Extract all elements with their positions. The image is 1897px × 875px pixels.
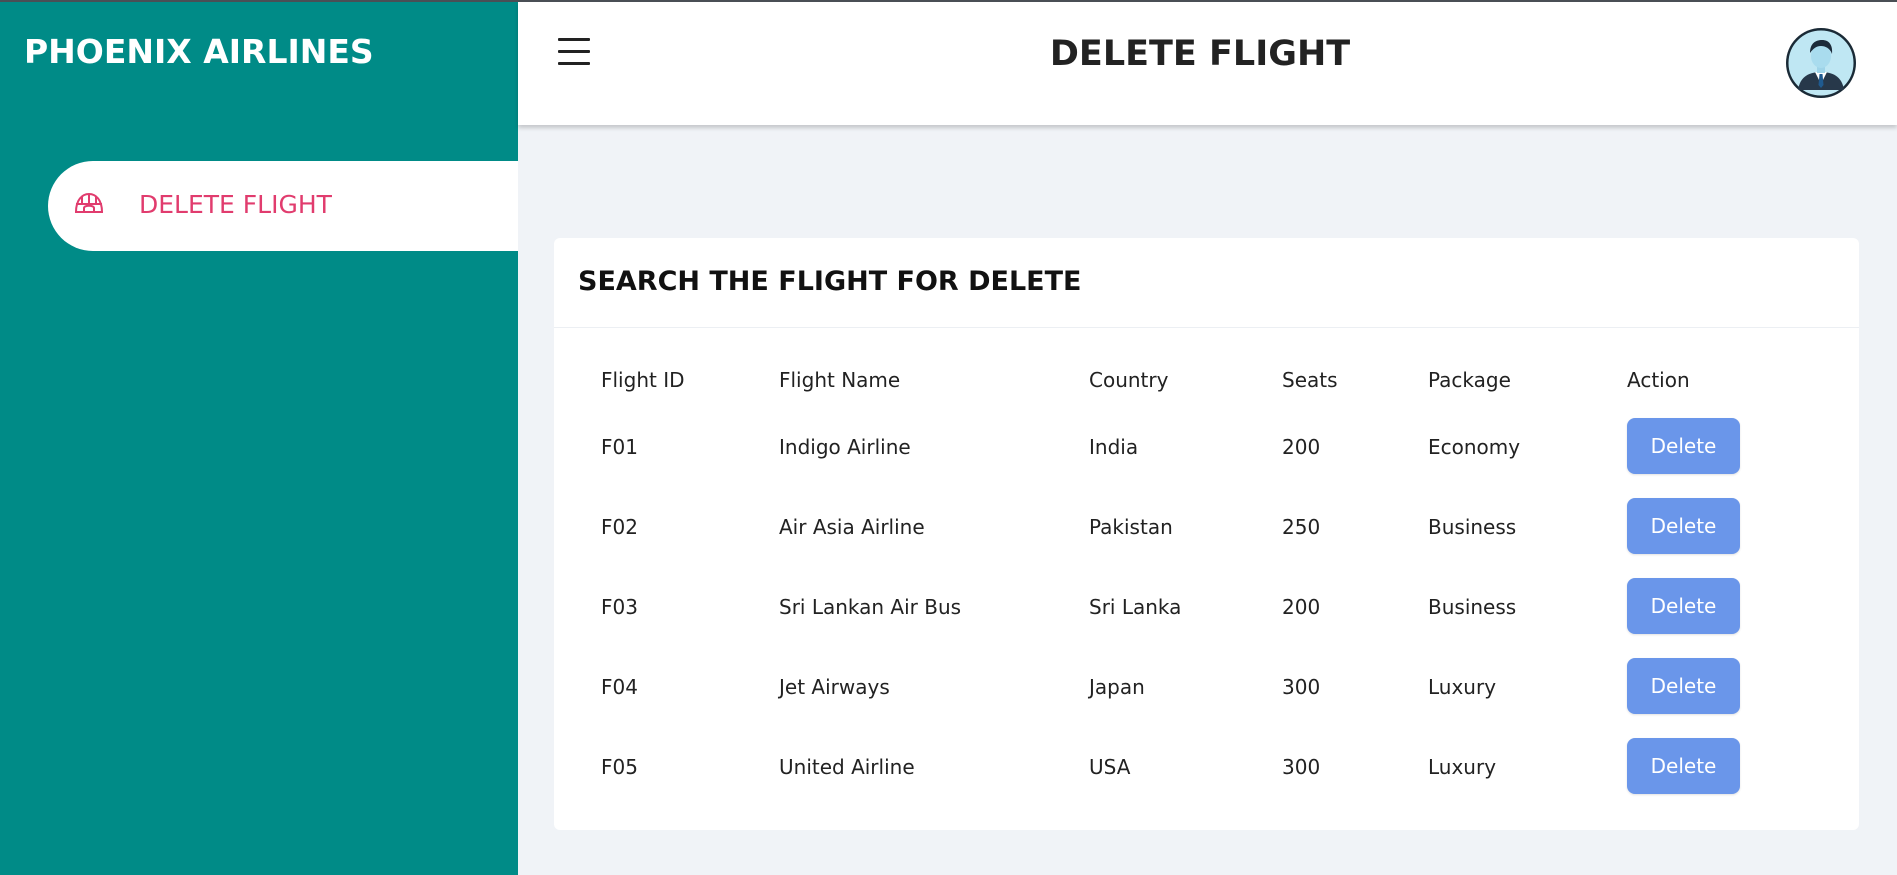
cell-seats: 300 bbox=[1282, 755, 1321, 779]
cell-package: Economy bbox=[1428, 435, 1521, 459]
cell-flight-name: Indigo Airline bbox=[779, 435, 911, 459]
top-header: DELETE FLIGHT bbox=[518, 2, 1897, 125]
delete-button-f04[interactable]: Delete bbox=[1627, 658, 1740, 714]
cell-flight-id: F01 bbox=[601, 435, 638, 459]
delete-button-f01[interactable]: Delete bbox=[1627, 418, 1740, 474]
search-flight-card: SEARCH THE FLIGHT FOR DELETE Flight ID F… bbox=[554, 238, 1859, 830]
card-title: SEARCH THE FLIGHT FOR DELETE bbox=[578, 266, 1082, 297]
cell-package: Business bbox=[1428, 595, 1517, 619]
cell-seats: 200 bbox=[1282, 595, 1321, 619]
cell-country: Japan bbox=[1089, 675, 1145, 699]
page-title: DELETE FLIGHT bbox=[1049, 34, 1351, 74]
cell-flight-id: F04 bbox=[601, 675, 638, 699]
column-header-action: Action bbox=[1627, 368, 1690, 392]
sidebar-item-delete-flight[interactable]: DELETE FLIGHT bbox=[48, 161, 518, 251]
column-header-flight-name: Flight Name bbox=[779, 368, 901, 392]
column-header-country: Country bbox=[1089, 368, 1169, 392]
cell-flight-id: F05 bbox=[601, 755, 638, 779]
cell-flight-name: United Airline bbox=[779, 755, 915, 779]
cell-country: USA bbox=[1089, 755, 1131, 779]
cell-flight-id: F03 bbox=[601, 595, 638, 619]
cell-country: Sri Lanka bbox=[1089, 595, 1182, 619]
column-header-seats: Seats bbox=[1282, 368, 1338, 392]
card-divider bbox=[554, 327, 1859, 328]
igloo-icon bbox=[75, 193, 103, 213]
column-header-package: Package bbox=[1428, 368, 1511, 392]
cell-flight-name: Sri Lankan Air Bus bbox=[779, 595, 962, 619]
sidebar: PHOENIX AIRLINES DELETE FLIGHT bbox=[0, 0, 518, 875]
cell-country: India bbox=[1089, 435, 1139, 459]
column-header-flight-id: Flight ID bbox=[601, 368, 685, 392]
sidebar-item-label: DELETE FLIGHT bbox=[139, 190, 332, 219]
cell-seats: 300 bbox=[1282, 675, 1321, 699]
delete-button-f05[interactable]: Delete bbox=[1627, 738, 1740, 794]
cell-flight-name: Air Asia Airline bbox=[779, 515, 925, 539]
cell-package: Luxury bbox=[1428, 755, 1497, 779]
businessman-avatar-icon bbox=[1786, 28, 1856, 98]
cell-package: Business bbox=[1428, 515, 1517, 539]
cell-flight-name: Jet Airways bbox=[779, 675, 890, 699]
user-avatar[interactable] bbox=[1786, 28, 1856, 98]
cell-flight-id: F02 bbox=[601, 515, 638, 539]
delete-button-f03[interactable]: Delete bbox=[1627, 578, 1740, 634]
cell-country: Pakistan bbox=[1089, 515, 1173, 539]
window-top-border bbox=[0, 0, 1897, 2]
cell-seats: 250 bbox=[1282, 515, 1321, 539]
brand-title: PHOENIX AIRLINES bbox=[24, 32, 374, 71]
delete-button-f02[interactable]: Delete bbox=[1627, 498, 1740, 554]
cell-package: Luxury bbox=[1428, 675, 1497, 699]
cell-seats: 200 bbox=[1282, 435, 1321, 459]
